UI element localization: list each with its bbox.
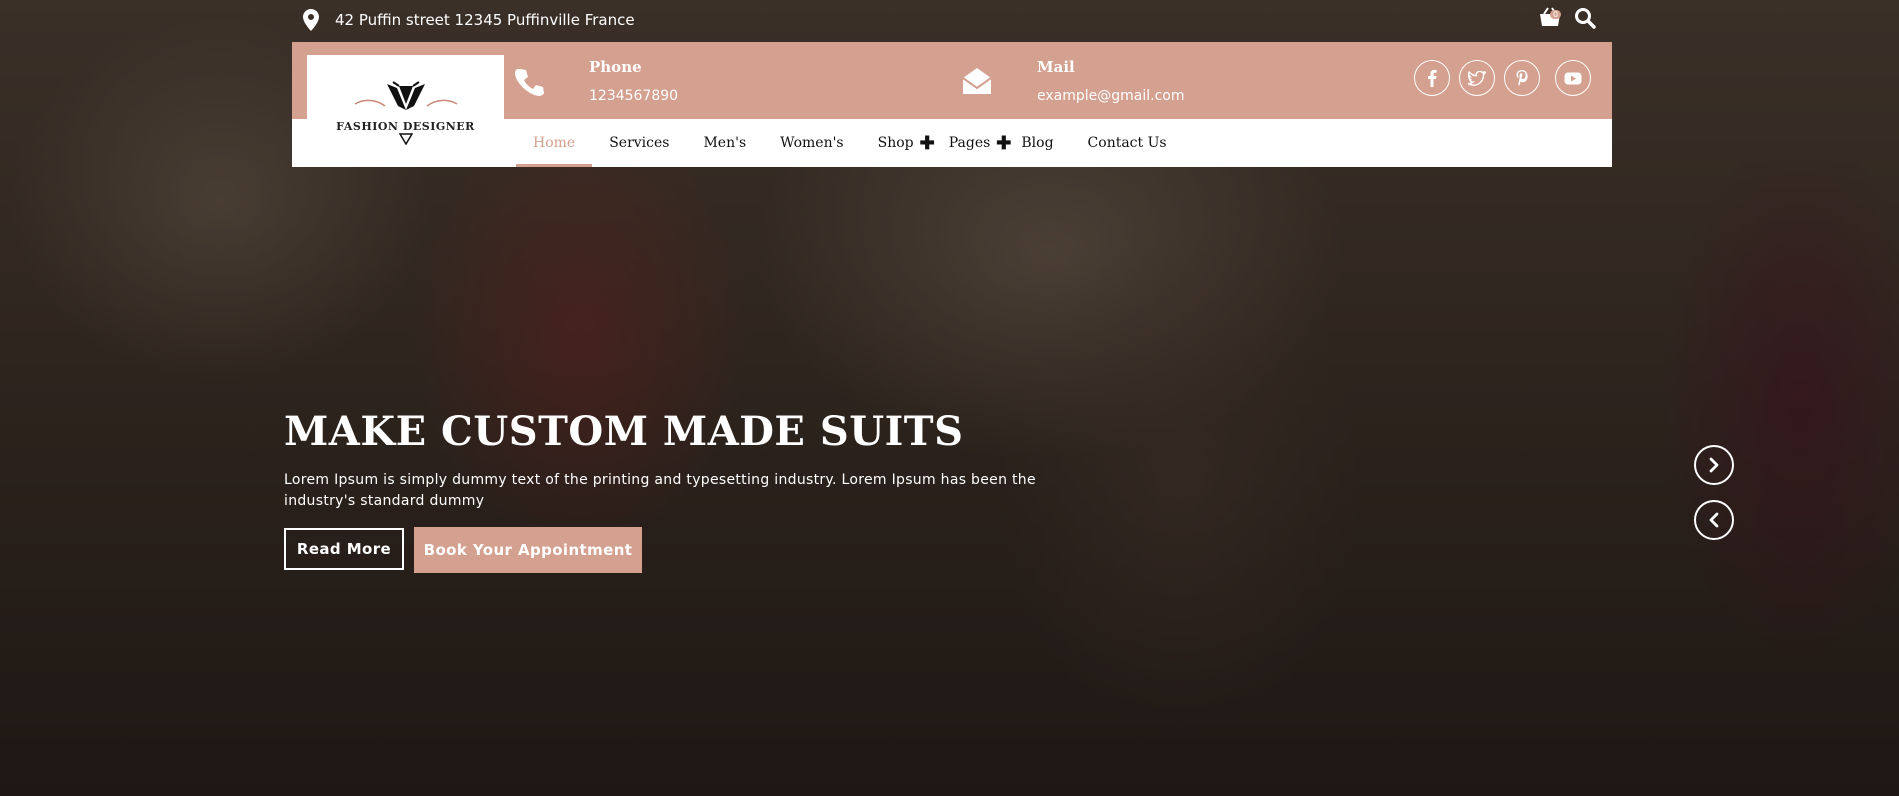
phone-label: Phone	[589, 57, 642, 76]
logo-emblem-icon	[354, 80, 457, 110]
nav-item-label: Pages	[948, 135, 991, 151]
hero-title: MAKE CUSTOM MADE SUITS	[284, 408, 964, 455]
topbar-address: 42 Puffin street 12345 Puffinville Franc…	[303, 8, 635, 32]
envelope-open-icon	[962, 67, 992, 94]
address-text: 42 Puffin street 12345 Puffinville Franc…	[335, 11, 635, 29]
nav-item-label: Shop	[877, 135, 914, 151]
slider-next-button[interactable]	[1694, 445, 1734, 485]
nav-item-label: Home	[533, 135, 576, 151]
cart-button[interactable]: 0	[1538, 6, 1564, 30]
site-header: FASHION DESIGNER Phone 1234567890 Mail e…	[292, 42, 1612, 167]
slider-prev-button[interactable]	[1694, 500, 1734, 540]
mail-value[interactable]: example@gmail.com	[1037, 88, 1185, 104]
twitter-link[interactable]	[1459, 60, 1495, 96]
nav-item-womens[interactable]: Women's	[763, 119, 860, 167]
search-icon[interactable]	[1574, 7, 1596, 29]
hero-subtitle: Lorem Ipsum is simply dummy text of the …	[284, 472, 1036, 509]
facebook-link[interactable]	[1414, 60, 1450, 96]
nav-item-label: Men's	[703, 135, 747, 151]
plus-icon[interactable]: ✚	[996, 133, 1011, 154]
pinterest-icon	[1516, 70, 1528, 86]
phone-icon	[515, 68, 544, 96]
book-appointment-button[interactable]: Book Your Appointment	[414, 527, 642, 573]
read-more-button[interactable]: Read More	[284, 528, 404, 570]
contact-phone: Phone 1234567890	[514, 42, 678, 119]
nav-item-contact[interactable]: Contact Us	[1071, 119, 1184, 167]
main-nav: Home Services Men's Women's Shop ✚ Pages…	[516, 119, 1184, 167]
youtube-icon	[1564, 72, 1582, 84]
youtube-link[interactable]	[1555, 60, 1591, 96]
logo-text: FASHION DESIGNER	[336, 119, 475, 133]
nav-item-label: Women's	[780, 135, 844, 151]
nav-item-shop[interactable]: Shop ✚	[861, 119, 941, 167]
phone-value[interactable]: 1234567890	[589, 88, 678, 104]
nav-item-mens[interactable]: Men's	[686, 119, 763, 167]
social-links	[1414, 60, 1591, 96]
chevron-right-icon	[1709, 457, 1719, 473]
pinterest-link[interactable]	[1504, 60, 1540, 96]
nav-item-label: Services	[609, 135, 670, 151]
facebook-icon	[1428, 69, 1437, 87]
nav-item-label: Contact Us	[1087, 135, 1167, 151]
site-logo[interactable]: FASHION DESIGNER	[307, 55, 504, 167]
topbar-actions: 0	[1538, 6, 1596, 30]
contact-mail: Mail example@gmail.com	[962, 42, 1185, 119]
nav-item-home[interactable]: Home	[516, 119, 593, 167]
nav-item-services[interactable]: Services	[592, 119, 686, 167]
mail-label: Mail	[1037, 57, 1075, 76]
plus-icon[interactable]: ✚	[920, 133, 935, 154]
nav-item-label: Blog	[1021, 135, 1054, 151]
map-marker-icon	[303, 9, 319, 31]
twitter-icon	[1468, 70, 1486, 86]
logo-tie-icon	[398, 132, 413, 145]
nav-item-pages[interactable]: Pages ✚	[941, 119, 1014, 167]
cart-count-badge: 0	[1550, 10, 1562, 19]
chevron-left-icon	[1709, 512, 1719, 528]
nav-item-blog[interactable]: Blog	[1013, 119, 1070, 167]
